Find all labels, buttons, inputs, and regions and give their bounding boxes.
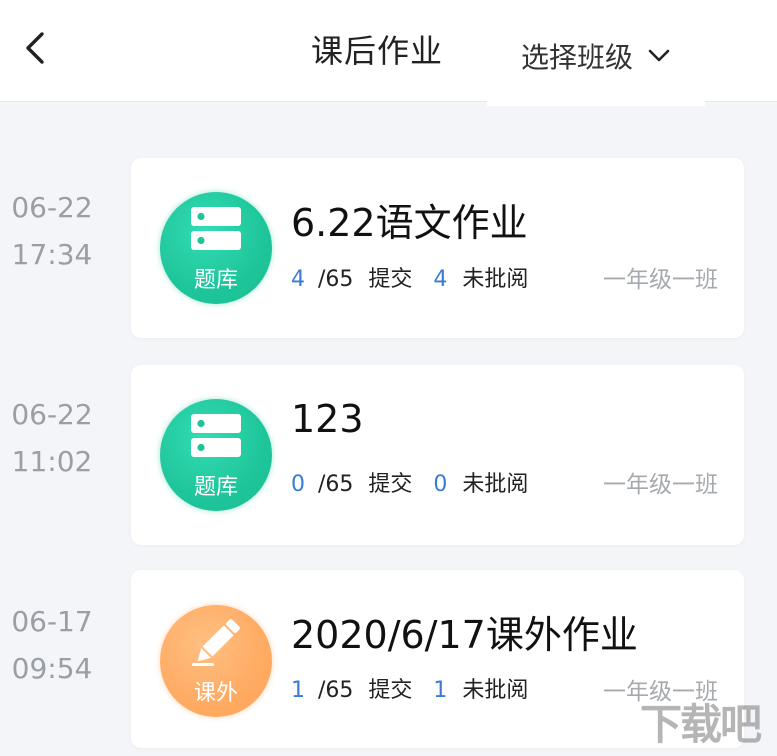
assignment-date: 06-17	[11, 605, 93, 638]
assignment-timestamp: 06-17 09:54	[0, 598, 104, 692]
assignment-class-name: 一年级一班	[603, 472, 718, 498]
assignment-class-name: 一年级一班	[603, 267, 718, 293]
submitted-label: 提交	[368, 267, 413, 292]
submitted-count: 1	[291, 678, 305, 703]
assignment-date: 06-22	[11, 398, 93, 431]
assignment-time: 09:54	[11, 652, 93, 685]
assignment-date: 06-22	[11, 191, 93, 224]
chevron-down-icon	[648, 49, 670, 62]
question-bank-badge: 题库	[160, 192, 272, 304]
unreviewed-label: 未批阅	[462, 678, 529, 703]
assignment-stats: 0 /65 提交 0 未批阅	[291, 466, 528, 498]
server-icon	[160, 413, 272, 463]
badge-label: 题库	[193, 475, 238, 500]
question-bank-badge: 题库	[160, 399, 272, 511]
extracurricular-badge: 课外	[160, 605, 272, 717]
unreviewed-label: 未批阅	[462, 472, 529, 497]
total-count: /65	[318, 678, 354, 703]
submitted-count: 0	[291, 472, 305, 497]
submitted-label: 提交	[368, 472, 413, 497]
assignment-card[interactable]: 题库 123 0 /65 提交 0 未批阅 一年级一班	[131, 365, 744, 545]
assignment-title: 6.22语文作业	[291, 201, 528, 245]
unreviewed-count: 4	[433, 267, 448, 292]
total-count: /65	[318, 267, 354, 292]
unreviewed-label: 未批阅	[462, 267, 529, 292]
assignment-stats: 4 /65 提交 4 未批阅	[291, 261, 528, 293]
assignment-timestamp: 06-22 11:02	[0, 391, 104, 485]
badge-label: 课外	[193, 681, 238, 706]
submitted-count: 4	[291, 267, 305, 292]
badge-label: 题库	[193, 268, 238, 293]
pencil-icon	[160, 617, 272, 667]
unreviewed-count: 1	[433, 678, 448, 703]
assignment-card[interactable]: 题库 6.22语文作业 4 /65 提交 4 未批阅 一年级一班	[131, 158, 744, 338]
unreviewed-count: 0	[433, 472, 448, 497]
assignment-title: 123	[291, 397, 364, 441]
assignment-time: 17:34	[11, 238, 93, 271]
class-select-label: 选择班级	[520, 41, 633, 74]
class-select-dropdown[interactable]: 选择班级	[487, 26, 705, 106]
assignment-timestamp: 06-22 17:34	[0, 184, 104, 278]
assignment-title: 2020/6/17课外作业	[291, 613, 638, 657]
submitted-label: 提交	[368, 678, 413, 703]
assignment-time: 11:02	[11, 445, 93, 478]
total-count: /65	[318, 472, 354, 497]
watermark-logo: 下载吧	[640, 700, 762, 749]
assignment-stats: 1 /65 提交 1 未批阅	[291, 672, 528, 704]
server-icon	[160, 206, 272, 256]
